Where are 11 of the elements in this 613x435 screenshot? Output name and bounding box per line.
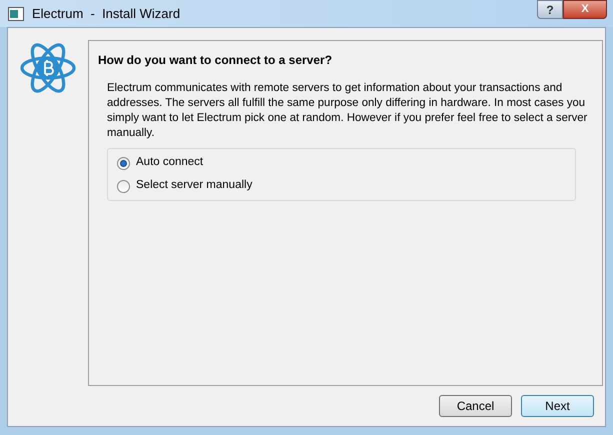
radio-button[interactable] [117, 180, 130, 192]
radio-option[interactable]: Select server manually [117, 178, 566, 194]
window-title: Electrum - Install Wizard [32, 4, 180, 23]
heading: How do you want to connect to a server? [98, 52, 334, 69]
radio-option[interactable]: Auto connect [117, 155, 566, 171]
next-button[interactable]: Next [521, 395, 594, 417]
app-icon [8, 6, 24, 20]
cancel-button[interactable]: Cancel [439, 395, 512, 417]
description: Electrum communicates with remote servers to get information about your transactions and addresses. The servers all fulfill the same purpose only differing in hardware. In most cases you simply want to let Electrum pick one at random. However if you prefer feel free to select a server manually. [107, 81, 588, 141]
help-button[interactable]: ? [537, 0, 563, 19]
radio-button[interactable] [117, 156, 130, 170]
